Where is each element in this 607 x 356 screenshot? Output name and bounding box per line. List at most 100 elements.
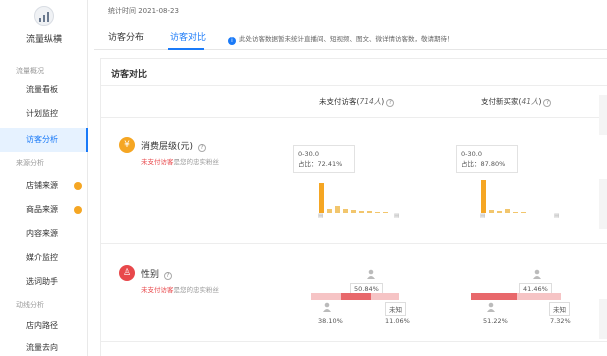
metric-subtitle: 未支付访客是您的忠实粉丝 [141, 156, 219, 166]
bar[interactable] [383, 212, 388, 213]
sidebar-item-content-source[interactable]: 内容来源 [0, 224, 88, 244]
column-header-count: 41人 [521, 97, 539, 106]
metric-title: 性别 ? [141, 267, 172, 280]
gender-right-pct: 11.06% [385, 317, 410, 325]
people-icon: ♙ [119, 265, 135, 281]
stat-time: 统计时间 2021-08-23 [108, 7, 179, 15]
bar[interactable] [327, 209, 332, 213]
gender-unknown-box: 未知 [385, 302, 406, 316]
nav-section-overview: 流量概况 [16, 67, 44, 75]
notice: i 此处访客数据暂未统计直播间、短视频、图文、微详情访客数，敬请期待！ [228, 33, 454, 45]
axis-start-icon: ▤ [318, 213, 324, 219]
tooltip-new-buyer: 0-30.0 占比：87.80% [456, 145, 518, 173]
gender-unknown-box: 未知 [549, 302, 570, 316]
metric-title: 消费层级(元) ? [141, 139, 206, 152]
bar[interactable] [489, 210, 494, 213]
sidebar-item-store-source[interactable]: 店铺来源 [0, 176, 88, 196]
metric-title-text: 消费层级(元) [141, 142, 194, 152]
sidebar-item-media-monitor[interactable]: 媒介监控 [0, 248, 88, 268]
divider [101, 341, 607, 342]
column-header-new-buyer: 支付新买家(41人)? [481, 96, 552, 107]
column-header-label: 未支付访客 [319, 97, 357, 106]
metric-subtitle: 未支付访客是您的忠实粉丝 [141, 284, 219, 294]
bar[interactable] [367, 211, 372, 213]
gender-right-pct: 7.32% [550, 317, 571, 325]
column-header-unpaid: 未支付访客(714人)? [319, 96, 395, 107]
bar[interactable] [521, 212, 526, 213]
tab-visitor-distribution[interactable]: 访客分布 [108, 30, 144, 43]
bar[interactable] [359, 211, 364, 213]
sidebar-item-label: 店铺来源 [26, 181, 58, 190]
nav-section-flow: 动线分析 [16, 301, 44, 309]
person-icon [487, 302, 495, 312]
bar-chart-unpaid [319, 177, 399, 213]
sidebar: 流量纵横 流量概况 流量看板 计划监控 访客分析 来源分析 店铺来源 商品来源 … [0, 0, 88, 356]
tooltip-unpaid: 0-30.0 占比：72.41% [293, 145, 355, 173]
bar[interactable] [343, 209, 348, 213]
axis-start-icon: ▤ [480, 213, 486, 219]
sidebar-item-label: 内容来源 [26, 229, 58, 238]
tooltip-range: 0-30.0 [461, 150, 482, 158]
sidebar-item-traffic-destination[interactable]: 流量去向 [0, 338, 88, 356]
scrollbar[interactable] [599, 299, 607, 339]
notification-dot [74, 206, 82, 214]
bar[interactable] [505, 209, 510, 213]
tab-bar: 访客分布 访客对比 i 此处访客数据暂未统计直播间、短视频、图文、微详情访客数，敬… [94, 24, 607, 50]
axis-end-icon: ▤ [554, 213, 560, 219]
bar[interactable] [481, 180, 486, 213]
axis-end-icon: ▤ [394, 213, 400, 219]
divider [101, 243, 607, 244]
tooltip-range: 0-30.0 [298, 150, 319, 158]
bar[interactable] [497, 211, 502, 213]
sidebar-item-label: 媒介监控 [26, 253, 58, 262]
sidebar-item-label: 流量去向 [26, 343, 58, 352]
metric-title-text: 性别 [141, 270, 160, 280]
bar-chart-new-buyer [481, 177, 561, 213]
sidebar-item-store-path[interactable]: 店内路径 [0, 316, 88, 336]
person-icon [323, 302, 331, 312]
sidebar-item-product-source[interactable]: 商品来源 [0, 200, 88, 220]
active-tab-indicator [168, 48, 204, 50]
sidebar-item-plan-monitor[interactable]: 计划监控 [0, 104, 88, 124]
highlight-text: 未支付访客 [141, 286, 174, 294]
sidebar-item-visitor-analysis[interactable]: 访客分析 [0, 128, 88, 152]
gender-left-pct: 38.10% [318, 317, 343, 325]
subtitle-text: 是您的忠实粉丝 [173, 158, 220, 166]
app-name: 流量纵横 [25, 35, 62, 45]
column-header-count: 714人 [359, 97, 382, 106]
sidebar-item-label: 选词助手 [26, 277, 58, 286]
gender-bar-fill[interactable] [341, 293, 371, 300]
panel-title: 访客对比 [111, 70, 148, 80]
scrollbar[interactable] [599, 179, 607, 229]
person-icon [533, 269, 541, 279]
bar[interactable] [319, 183, 324, 213]
sidebar-item-label: 流量看板 [26, 85, 58, 94]
sidebar-item-traffic-board[interactable]: 流量看板 [0, 80, 88, 100]
divider [101, 117, 607, 118]
visitor-comparison-panel: 访客对比 未支付访客(714人)? 支付新买家(41人)? ¥ 消费层级(元) … [100, 58, 607, 356]
bar[interactable] [513, 212, 518, 213]
bar[interactable] [375, 212, 380, 213]
sidebar-item-keyword-helper[interactable]: 选词助手 [0, 272, 88, 292]
help-icon[interactable]: ? [197, 144, 206, 152]
help-icon[interactable]: ? [543, 99, 552, 107]
help-icon[interactable]: ? [163, 272, 172, 280]
scrollbar[interactable] [599, 95, 607, 135]
gender-bar-fill[interactable] [471, 293, 517, 300]
sidebar-item-label: 访客分析 [26, 135, 58, 144]
subtitle-text: 是您的忠实粉丝 [173, 286, 220, 294]
app-logo: 流量纵横 [0, 0, 88, 52]
sidebar-item-label: 计划监控 [26, 109, 58, 118]
bar[interactable] [335, 206, 340, 213]
help-icon[interactable]: ? [386, 99, 395, 107]
notice-text: 此处访客数据暂未统计直播间、短视频、图文、微详情访客数，敬请期待！ [239, 35, 454, 43]
tab-visitor-comparison[interactable]: 访客对比 [170, 30, 206, 43]
column-header-label: 支付新买家 [481, 97, 519, 106]
notification-dot [74, 182, 82, 190]
tooltip-ratio: 占比：72.41% [298, 160, 343, 168]
info-icon: i [228, 37, 236, 45]
sidebar-item-label: 商品来源 [26, 205, 58, 214]
gender-left-pct: 51.22% [483, 317, 508, 325]
bar[interactable] [351, 210, 356, 213]
divider [101, 85, 607, 86]
